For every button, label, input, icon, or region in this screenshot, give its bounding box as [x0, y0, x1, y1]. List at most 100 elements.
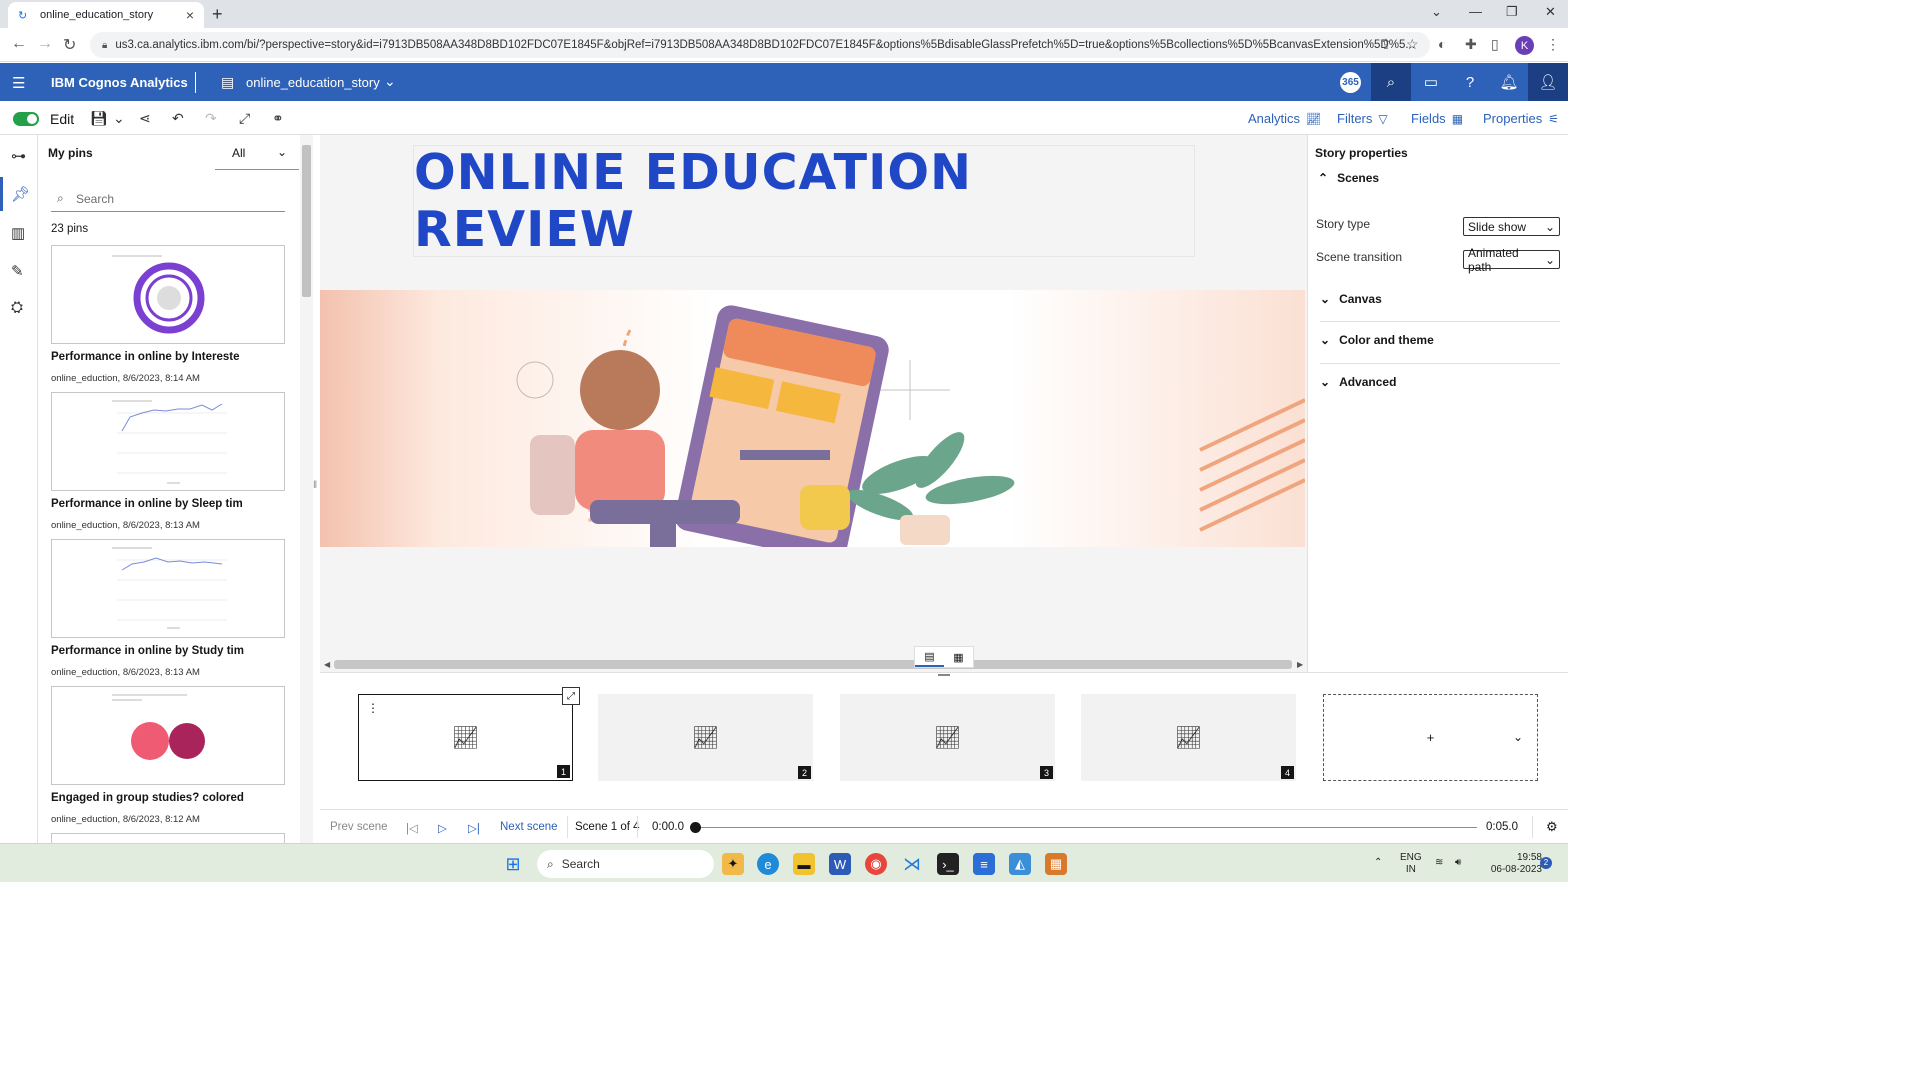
filters-button[interactable]: Filters ▽ [1337, 111, 1388, 126]
edit-toggle[interactable] [13, 112, 39, 126]
scene-transition-select[interactable]: Animated path ⌄ [1463, 246, 1560, 274]
timeline-knob[interactable] [690, 822, 701, 833]
chevron-down-icon[interactable]: ⌄ [1513, 730, 1523, 744]
user-icon[interactable]: 👤︎ [1528, 63, 1568, 101]
tab-search-icon[interactable]: ⌄ [1431, 4, 1442, 20]
scene-thumbnail[interactable]: 📈︎ 3 [840, 694, 1055, 781]
minimize-button[interactable]: — [1469, 4, 1482, 19]
volume-icon[interactable]: 🔊︎ [1455, 857, 1461, 869]
chevron-down-icon[interactable]: ⌄ [384, 73, 396, 90]
expand-icon[interactable]: ⤢ [562, 687, 580, 705]
photos-icon[interactable]: ◭ [1009, 853, 1031, 875]
save-dropdown-icon[interactable]: ⌄ [113, 110, 125, 127]
profile-avatar[interactable]: K [1515, 36, 1534, 55]
wifi-icon[interactable]: ≋ [1435, 857, 1443, 869]
document-title[interactable]: online_education_story [246, 75, 380, 90]
scenes-section-toggle[interactable]: ⌃ Scenes [1318, 171, 1379, 185]
settings-gear-icon[interactable]: ⚙ [1546, 819, 1558, 835]
visualizations-icon[interactable]: ▥ [11, 224, 25, 242]
fields-button[interactable]: Fields ▦ [1411, 111, 1463, 126]
canvas-horizontal-scrollbar[interactable] [334, 660, 1292, 669]
pin-icon[interactable]: 📌︎ [11, 185, 30, 203]
share-icon[interactable]: ⇪ [1380, 36, 1392, 53]
scroll-right-icon[interactable]: ▶ [1297, 660, 1303, 669]
windows-start-icon[interactable]: ⊞ [502, 853, 524, 875]
calendar-app-icon[interactable]: ▦ [1045, 853, 1067, 875]
scene-thumbnail[interactable]: 📈︎ 4 [1081, 694, 1296, 781]
prev-scene-button[interactable]: Prev scene [330, 821, 388, 833]
scene-thumbnail[interactable]: 📈︎ 2 [598, 694, 813, 781]
assistant-icon[interactable]: ⛭ [11, 299, 23, 316]
banner-image[interactable] [320, 290, 1305, 547]
pin-card[interactable]: Engaged in group studies? colored online… [51, 686, 285, 825]
help-icon[interactable]: ? [1450, 63, 1490, 101]
search-icon[interactable]: ⌕ [1371, 63, 1411, 101]
pins-filter-select[interactable]: All ⌄ [215, 139, 299, 170]
bookmark-star-icon[interactable]: ☆ [1406, 36, 1419, 53]
scroll-left-icon[interactable]: ◀ [324, 660, 330, 669]
redo-icon[interactable]: ↷ [205, 110, 217, 127]
advanced-section-toggle[interactable]: ⌄ Advanced [1320, 375, 1396, 389]
vscode-icon[interactable]: ⋊ [901, 853, 923, 875]
drag-handle[interactable] [938, 674, 950, 676]
forward-icon[interactable]: → [37, 35, 53, 53]
skip-back-icon[interactable]: |◁ [406, 821, 418, 835]
slide-view-icon[interactable]: ▤ [915, 647, 944, 667]
timeline-track[interactable] [695, 827, 1477, 828]
pins-search-input[interactable]: ⌕ Search [51, 186, 285, 212]
scenes-divider[interactable] [320, 672, 1568, 679]
fullscreen-icon[interactable]: ⤢ [239, 110, 250, 127]
pin-card[interactable] [51, 833, 285, 843]
taskbar-search[interactable]: ⌕ Search [537, 850, 714, 878]
chat-icon[interactable]: ▭ [1411, 63, 1451, 101]
browser-menu-icon[interactable]: ⋮ [1546, 36, 1560, 53]
close-tab-icon[interactable]: × [186, 7, 194, 23]
properties-button[interactable]: Properties ⚟ [1483, 111, 1559, 126]
sidepanel-icon[interactable]: ▯ [1491, 36, 1499, 53]
add-scene-button[interactable]: + ⌄ [1323, 694, 1538, 781]
new-tab-button[interactable]: + [212, 4, 223, 25]
widgets-icon[interactable]: ✎ [11, 262, 24, 280]
tray-chevron-icon[interactable]: ⌃ [1374, 857, 1382, 869]
panel-resize-handle[interactable]: ‖ [313, 480, 317, 491]
extensions-puzzle-icon[interactable]: ✚ [1465, 36, 1477, 53]
pin-card[interactable]: Performance in online by Intereste onlin… [51, 245, 285, 384]
scrollbar-thumb[interactable] [302, 145, 311, 297]
notepad-icon[interactable]: ≡ [973, 853, 995, 875]
scene-menu-icon[interactable]: ⋮ [367, 701, 379, 715]
next-scene-button[interactable]: Next scene [500, 821, 558, 833]
chrome-icon[interactable]: ◉ [865, 853, 887, 875]
file-explorer-icon[interactable]: ▬ [793, 853, 815, 875]
badge-365[interactable]: 365 [1340, 72, 1361, 93]
extension-shield-icon[interactable]: ◐ [1438, 36, 1446, 52]
undo-icon[interactable]: ↶ [172, 110, 184, 127]
notification-bell-icon[interactable]: 🔔︎ [1489, 63, 1529, 101]
save-icon[interactable]: 💾︎ [90, 110, 108, 127]
share-icon[interactable]: ⋖ [139, 110, 151, 127]
url-field[interactable]: 🔒︎ us3.ca.analytics.ibm.com/bi/?perspect… [90, 32, 1430, 58]
pin-card[interactable]: Performance in online by Sleep tim onlin… [51, 392, 285, 531]
color-theme-section-toggle[interactable]: ⌄ Color and theme [1320, 333, 1434, 347]
canvas-section-toggle[interactable]: ⌄ Canvas [1320, 292, 1382, 306]
restore-button[interactable]: ❐ [1506, 4, 1518, 20]
notification-count[interactable]: 2 [1540, 857, 1552, 869]
reload-icon[interactable]: ↻ [63, 35, 76, 55]
scene-thumbnail[interactable]: ⋮ ⤢ 📈︎ 1 [358, 687, 580, 781]
terminal-icon[interactable]: ›_ [937, 853, 959, 875]
word-icon[interactable]: W [829, 853, 851, 875]
edge-icon[interactable]: e [757, 853, 779, 875]
connect-icon[interactable]: ⚭ [272, 110, 284, 127]
play-icon[interactable]: ▷ [438, 821, 447, 835]
grid-view-icon[interactable]: ▦ [944, 647, 973, 667]
browser-tab[interactable]: ↻ online_education_story × [8, 2, 204, 28]
skip-forward-icon[interactable]: ▷| [468, 821, 480, 835]
navigation-tree-icon[interactable]: ⊶ [11, 147, 26, 165]
language-indicator[interactable]: ENG IN [1400, 852, 1422, 876]
back-icon[interactable]: ← [11, 35, 27, 53]
widgets-icon[interactable]: ✦ [722, 853, 744, 875]
story-type-select[interactable]: Slide show ⌄ [1463, 217, 1560, 236]
clock[interactable]: 19:58 06-08-2023 [1480, 852, 1542, 876]
story-title-widget[interactable]: ONLINE EDUCATION REVIEW [413, 144, 1195, 258]
analytics-button[interactable]: Analytics 📈︎ [1248, 111, 1321, 126]
hamburger-menu-icon[interactable]: ☰ [12, 74, 25, 92]
